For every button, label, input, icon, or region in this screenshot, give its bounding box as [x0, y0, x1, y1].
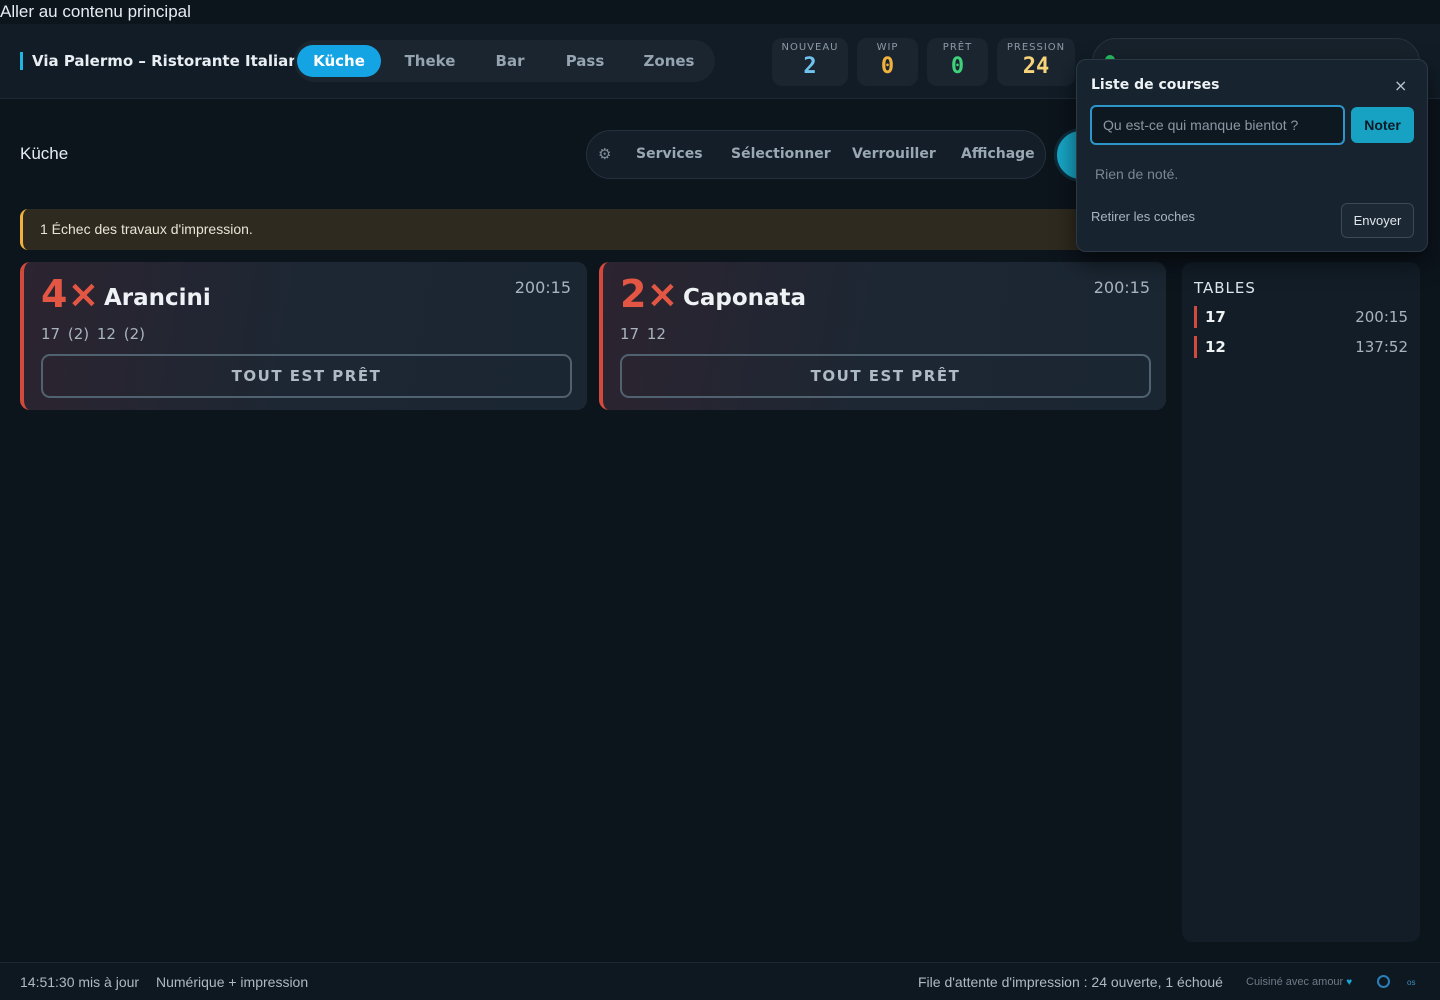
services-button[interactable]: Services: [636, 146, 703, 162]
mode-text: Numérique + impression: [156, 974, 309, 990]
item-name: Caponata: [683, 285, 807, 311]
skip-to-content-link[interactable]: Aller au contenu principal: [0, 2, 191, 22]
item-tables: 17 12: [620, 325, 666, 343]
print-queue-text: File d'attente d'impression : 24 ouverte…: [918, 974, 1223, 990]
tables-panel: TABLES 17 200:15 12 137:52: [1182, 262, 1420, 942]
item-quantity: 4×: [41, 272, 100, 316]
shopping-item-input[interactable]: [1090, 105, 1345, 145]
last-updated-text: 14:51:30 mis à jour: [20, 974, 140, 990]
station-tabs: Küche Theke Bar Pass Zones: [294, 40, 715, 82]
clear-checks-link[interactable]: Retirer les coches: [1091, 209, 1195, 224]
item-timer: 200:15: [514, 278, 571, 297]
stat-pressure-label: PRESSION: [1006, 42, 1066, 53]
note-button[interactable]: Noter: [1351, 107, 1414, 143]
tab-pass[interactable]: Pass: [549, 45, 621, 77]
table-row[interactable]: 12 137:52: [1194, 336, 1408, 358]
send-button[interactable]: Envoyer: [1341, 203, 1414, 238]
sync-icon: [1377, 975, 1390, 988]
display-button[interactable]: Affichage: [961, 146, 1035, 162]
credit-text: Cuisiné avec amour ♥: [1246, 976, 1352, 988]
tab-kuche[interactable]: Küche: [297, 45, 381, 77]
select-button[interactable]: Sélectionner: [731, 146, 831, 162]
status-footer: 14:51:30 mis à jour Numérique + impressi…: [0, 962, 1440, 1000]
table-row[interactable]: 17 200:15: [1194, 306, 1408, 328]
lock-button[interactable]: Verrouiller: [852, 146, 936, 162]
stat-ready-value: 0: [950, 54, 965, 79]
stat-pressure-value: 24: [1022, 54, 1050, 79]
heart-icon: ♥: [1346, 977, 1353, 988]
tab-theke[interactable]: Theke: [389, 45, 471, 77]
stat-new: NOUVEAU 2: [772, 38, 848, 86]
stat-ready: PRÊT 0: [927, 38, 988, 86]
empty-list-text: Rien de noté.: [1095, 166, 1179, 182]
close-icon[interactable]: ×: [1394, 76, 1407, 95]
credit-label: Cuisiné avec amour: [1246, 976, 1344, 988]
gear-icon[interactable]: ⚙: [598, 145, 611, 163]
stat-wip: WIP 0: [857, 38, 918, 86]
item-timer: 200:15: [1093, 278, 1150, 297]
tables-title: TABLES: [1194, 279, 1256, 297]
all-ready-button[interactable]: TOUT EST PRÊT: [41, 354, 572, 398]
stat-wip-label: WIP: [876, 42, 899, 53]
table-number: 12: [1205, 338, 1226, 356]
os-badge: os: [1407, 978, 1416, 987]
item-tables: 17 (2) 12 (2): [41, 325, 145, 343]
table-timer: 137:52: [1355, 338, 1408, 356]
view-toolbar: ⚙ Services Sélectionner Verrouiller Affi…: [586, 130, 1046, 179]
item-name: Arancini: [104, 285, 211, 311]
table-timer: 200:15: [1355, 308, 1408, 326]
stat-wip-value: 0: [880, 54, 895, 79]
restaurant-name: Via Palermo – Ristorante Italiano: [20, 52, 309, 70]
stat-new-value: 2: [803, 54, 817, 79]
stat-ready-label: PRÊT: [942, 42, 973, 53]
all-ready-button[interactable]: TOUT EST PRÊT: [620, 354, 1151, 398]
item-quantity: 2×: [620, 272, 679, 316]
order-card[interactable]: 2× Caponata 200:15 17 12 TOUT EST PRÊT: [599, 262, 1166, 410]
order-card[interactable]: 4× Arancini 200:15 17 (2) 12 (2) TOUT ES…: [20, 262, 587, 410]
shopping-list-title: Liste de courses: [1091, 77, 1220, 93]
print-failure-alert: 1 Échec des travaux d'impression.: [20, 209, 1180, 250]
stat-pressure: PRESSION 24: [997, 38, 1075, 86]
tab-bar[interactable]: Bar: [479, 45, 541, 77]
table-number: 17: [1205, 308, 1226, 326]
alert-text: 1 Échec des travaux d'impression.: [40, 221, 253, 237]
page-title: Küche: [20, 144, 69, 163]
shopping-list-popover: Liste de courses × Noter Rien de noté. R…: [1076, 59, 1428, 252]
tab-zones[interactable]: Zones: [629, 45, 709, 77]
stat-new-label: NOUVEAU: [781, 42, 839, 53]
